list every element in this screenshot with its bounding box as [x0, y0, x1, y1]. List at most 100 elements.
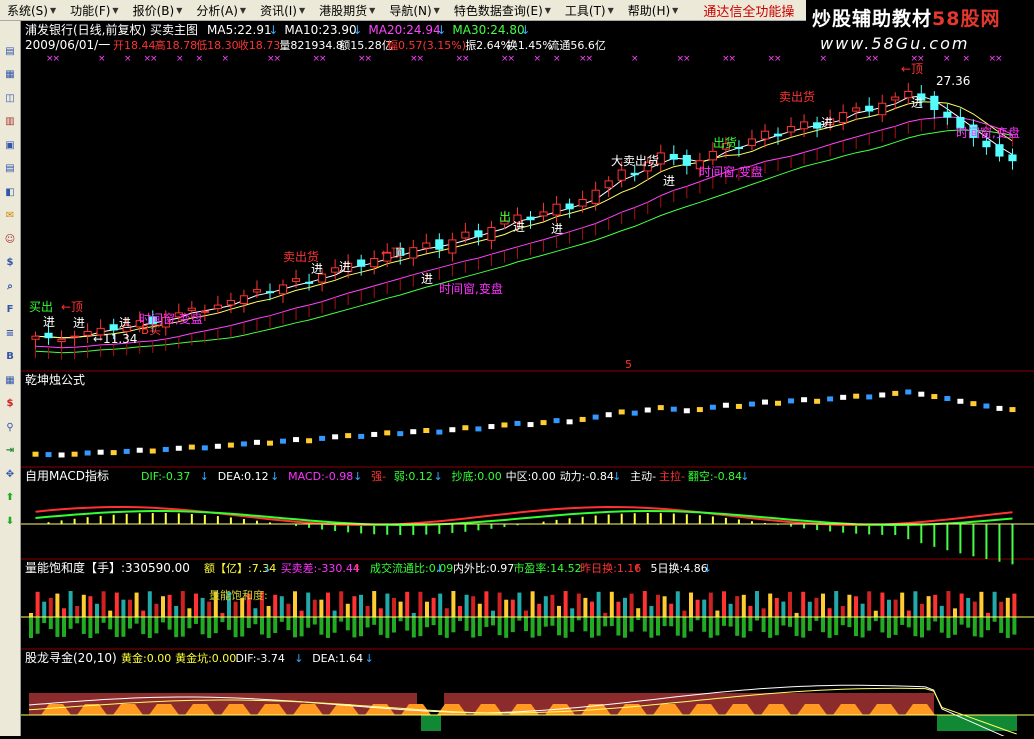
volume-bar-lower [590, 617, 594, 638]
volume-bar [517, 592, 522, 617]
down-arrow-icon: ↓ [703, 562, 712, 575]
menu-item-0[interactable]: 系统(S) ▼ [0, 0, 63, 20]
down-arrow-icon: ↓ [263, 562, 272, 575]
bsi-icon[interactable]: B [2, 349, 18, 365]
chart-svg[interactable]: 浦发银行(日线,前复权) 买卖主图 MA5:22.91↓ MA10:23.90↓ M… [21, 21, 1034, 739]
chart-area[interactable]: 浦发银行(日线,前复权) 买卖主图 MA5:22.91 ↓ MA10:23.90 ↓ M… [21, 21, 1034, 739]
candle-body [943, 111, 952, 118]
volume-bar-lower [438, 617, 443, 636]
money-icon[interactable]: $ [2, 396, 18, 412]
volume-bar [365, 605, 370, 617]
expand-icon[interactable]: ✥ [2, 466, 18, 482]
volume-bar [477, 603, 482, 617]
menu-item-8[interactable]: 工具(T) ▼ [558, 0, 621, 20]
menu-item-1[interactable]: 功能(F) ▼ [63, 0, 125, 20]
volume-bar-lower [543, 617, 548, 627]
candle-body [552, 203, 561, 216]
qiankun-candle [866, 394, 873, 400]
volume-bar [550, 594, 555, 617]
volume-bar-lower [603, 617, 608, 627]
down-arrow-icon: ↓ [435, 562, 444, 575]
volume-bar [286, 603, 291, 617]
candle-body [604, 180, 613, 189]
grid-icon[interactable]: ▦ [2, 372, 18, 388]
table-icon[interactable]: ▤ [2, 161, 18, 177]
volume-legend: 额【亿】:7.34↓ 买卖差:-330.44↑ 成交流通比:0.09↓ 内外比:0.9… [204, 561, 712, 575]
volume-bar-lower [906, 617, 911, 628]
menu-item-4[interactable]: 资讯(I) ▼ [253, 0, 312, 20]
volume-bar-lower [345, 617, 350, 631]
bar-date: 2009/06/01/一 [25, 38, 110, 52]
volume-bar [134, 592, 139, 617]
exit-icon[interactable]: ⇥ [2, 443, 18, 459]
volume-bar-lower [260, 617, 264, 635]
users-icon[interactable]: ☺ [2, 231, 18, 247]
volume-bar [656, 594, 660, 617]
chevron-down-icon: ▼ [433, 5, 440, 15]
dollar-chart-icon[interactable]: $ [2, 255, 18, 271]
volume-bar-lower [42, 617, 47, 624]
volume-bar-lower [385, 617, 390, 638]
search-icon[interactable]: ⌕ [2, 278, 18, 294]
signal-x-mark: × [995, 54, 1003, 64]
volume-bar-lower [220, 617, 225, 623]
info-icon[interactable]: ◧ [2, 184, 18, 200]
qiankun-candles [32, 389, 1016, 458]
main-panel-title: 浦发银行(日线,前复权) 买卖主图 [25, 22, 198, 37]
qiankun-candle [123, 448, 130, 454]
down-arrow-icon: ↓ [352, 23, 362, 37]
ma-label: MA5:22.91 [207, 23, 272, 37]
arrow-down-icon[interactable]: ⬇ [2, 513, 18, 529]
market-icon[interactable]: ▦ [2, 67, 18, 83]
volume-bar-lower [431, 617, 436, 626]
mail-icon[interactable]: ✉ [2, 208, 18, 224]
bar-info-value: 振2.64% [465, 38, 511, 52]
volume-bar-lower [867, 617, 872, 631]
volume-bar-lower [887, 617, 891, 638]
volume-bar-lower [101, 617, 106, 623]
volume-bar [966, 597, 971, 617]
volume-bar-lower [840, 617, 845, 626]
volume-bar [62, 608, 66, 617]
kline-icon[interactable]: ▥ [2, 114, 18, 130]
indicator-value: 翻空:-0.84 [688, 469, 742, 483]
signal-annotation: 时间窗,变盘 [699, 164, 763, 179]
volume-bar-lower [418, 617, 423, 637]
volume-bar [609, 591, 614, 617]
qiankun-candle [527, 422, 534, 428]
menu-item-5[interactable]: 港股期货 ▼ [312, 0, 382, 20]
volume-bar-lower [273, 617, 278, 633]
volume-bar-lower [972, 617, 977, 637]
volume-bar-lower [444, 617, 449, 638]
volume-bar-lower [939, 617, 944, 633]
link-icon[interactable]: ⚲ [2, 419, 18, 435]
signal-annotation: 进 [119, 316, 131, 330]
report-icon[interactable]: ▣ [2, 137, 18, 153]
menu-item-9[interactable]: 帮助(H) ▼ [621, 0, 686, 20]
volume-bar-lower [477, 617, 482, 636]
sort-icon[interactable]: ≡ [2, 325, 18, 341]
volume-bar [840, 606, 845, 617]
menu-item-2[interactable]: 报价(B) ▼ [126, 0, 190, 20]
quote-list-icon[interactable]: ▤ [2, 43, 18, 59]
menu-item-3[interactable]: 分析(A) ▼ [189, 0, 253, 20]
menu-item-label: 特色数据查询(E) [453, 3, 543, 18]
volume-bar-lower [873, 617, 878, 622]
menu-item-7[interactable]: 特色数据查询(E) ▼ [447, 0, 558, 20]
volume-bar-lower [425, 617, 429, 628]
signal-annotation: 卖出货 [779, 89, 815, 104]
volume-bar-lower [920, 617, 924, 638]
panel5-title: 股龙寻金(20,10) [25, 650, 117, 665]
volume-bar-lower [880, 617, 885, 633]
f10-icon[interactable]: F [2, 302, 18, 318]
volume-bar-lower [563, 617, 568, 638]
signal-annotation: 进 [43, 315, 55, 329]
volume-bar-lower [530, 617, 535, 638]
volume-bar [438, 593, 443, 617]
menu-item-6[interactable]: 导航(N) ▼ [382, 0, 447, 20]
arrow-up-icon[interactable]: ⬆ [2, 490, 18, 506]
volume-bar [458, 606, 462, 617]
chart-icon[interactable]: ◫ [2, 90, 18, 106]
volume-bar-lower [893, 617, 898, 635]
chevron-down-icon: ▼ [112, 5, 119, 15]
